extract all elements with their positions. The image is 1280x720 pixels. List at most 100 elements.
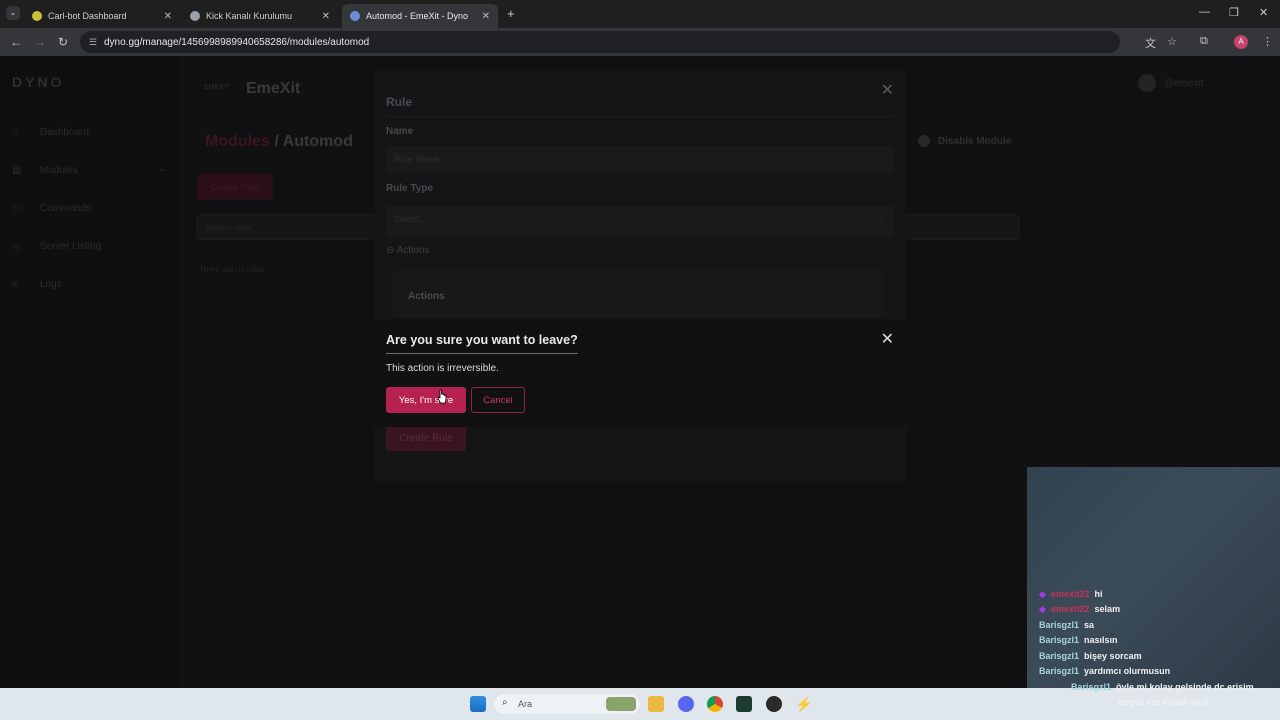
breadcrumb: Modules / Automod [205, 133, 353, 151]
chat-message: Barisgzl1 öyle mi kolay gelsinde dc eriş… [1071, 682, 1254, 692]
tab-label: Kick Kanalı Kurulumu [206, 11, 293, 21]
empty-rules-text: There are no rules. [199, 265, 267, 274]
file-explorer-icon[interactable] [648, 696, 664, 712]
sidebar-item-modules[interactable]: Modules [40, 165, 78, 176]
close-icon[interactable]: ✕ [881, 329, 894, 349]
terminal-app-icon[interactable] [736, 696, 752, 712]
create-rule-top-button[interactable]: Create Rule [197, 174, 273, 200]
bookmark-star-icon[interactable]: ☆ [1167, 35, 1177, 48]
close-icon[interactable]: ✕ [881, 80, 894, 100]
server-name: EmeXit [246, 80, 301, 97]
forward-icon[interactable]: → [34, 35, 46, 49]
tab-label: Automod - EmeXit - Dyno [366, 11, 469, 21]
search-highlight-icon [606, 697, 636, 711]
chevron-down-icon: ⌄ [877, 215, 884, 224]
stream-overlay: ◆ emexit22 hi ◆ emexit22 selam Barisgzl1 s… [1027, 467, 1280, 688]
kick-badge-icon: ◆ [1039, 589, 1046, 599]
menu-kebab-icon[interactable]: ⋮ [1262, 35, 1273, 48]
user-menu[interactable]: @emexit [1138, 74, 1204, 92]
chat-username: Barisgzl1 [1039, 620, 1080, 630]
create-rule-button[interactable]: Create Rule [386, 425, 466, 451]
leave-confirm-dialog: Are you sure you want to leave? ✕ This a… [373, 319, 906, 427]
rule-type-label: Rule Type [386, 183, 434, 194]
sidebar-item-server-listing[interactable]: Server Listing [40, 241, 101, 252]
cancel-button[interactable]: Cancel [471, 387, 525, 413]
rule-modal-title: Rule [386, 95, 413, 109]
close-icon[interactable]: ✕ [482, 11, 490, 22]
close-icon[interactable]: ✕ [322, 11, 330, 22]
bolt-app-icon[interactable]: ⚡ [795, 696, 812, 712]
taskbar-search-placeholder: Ara [518, 699, 533, 709]
chat-message: Barisgzl1 nasılsın [1039, 635, 1118, 645]
chat-username: emexit22 [1051, 589, 1090, 599]
tab-automod[interactable]: Automod - EmeXit - Dyno ✕ [342, 4, 498, 28]
server-badge: EMEXIT [204, 84, 231, 91]
taskbar-search-input[interactable]: ⌕ Ara [494, 694, 640, 714]
chat-username: Barisgzl1 [1039, 651, 1080, 661]
username: @emexit [1164, 77, 1204, 89]
chat-message: ◆ emexit22 hi [1039, 589, 1103, 599]
browser-tab-bar: ⌄ Carl-bot Dashboard ✕ Kick Kanalı Kurul… [0, 0, 1280, 28]
dyno-logo: DYNO [12, 74, 65, 90]
tab-kick[interactable]: Kick Kanalı Kurulumu ✕ [182, 4, 338, 28]
sidebar-item-commands[interactable]: Commands [40, 203, 91, 214]
disable-module-toggle[interactable]: Disable Module [918, 135, 1011, 147]
name-label: Name [386, 126, 414, 137]
home-icon: ⌂ [12, 127, 19, 138]
windows-start-icon[interactable] [470, 696, 486, 712]
chat-text: yardımcı olurmusun [1084, 666, 1171, 676]
windows-taskbar: ⌕ Ara ⚡ [0, 688, 1280, 720]
breadcrumb-parent[interactable]: Modules [205, 133, 270, 150]
back-icon[interactable]: ← [10, 35, 22, 49]
disable-module-label: Disable Module [938, 135, 1012, 147]
confirm-leave-button[interactable]: Yes, I'm sure [386, 387, 466, 413]
new-tab-button[interactable]: + [507, 6, 515, 21]
sidebar-item-dashboard[interactable]: Dashboard [40, 127, 89, 138]
dyno-favicon-icon [350, 11, 360, 21]
window-close-icon[interactable]: ✕ [1259, 6, 1268, 19]
chevron-down-icon[interactable]: ⌄ [158, 163, 166, 174]
chat-message-continuation: engeli var kapalı yani [1118, 697, 1209, 707]
globe-icon: ◎ [12, 241, 21, 252]
chat-text: sa [1084, 620, 1095, 630]
league-client-icon[interactable] [766, 696, 782, 712]
chat-username: emexit22 [1051, 604, 1090, 614]
actions-toggle-label: Actions [396, 245, 430, 256]
profile-avatar[interactable]: A [1234, 35, 1248, 49]
chat-username: Barisgzl1 [1071, 682, 1112, 692]
actions-panel-title: Actions [408, 291, 445, 302]
chat-text: selam [1094, 604, 1121, 614]
chrome-icon[interactable] [707, 696, 723, 712]
actions-panel: Actions [392, 270, 882, 318]
discord-icon[interactable] [678, 696, 694, 712]
chat-text: bişey sorcam [1084, 651, 1142, 661]
reload-icon[interactable]: ↻ [58, 35, 68, 49]
address-bar: ← → ↻ ☰ dyno.gg/manage/14569989899406582… [0, 28, 1280, 56]
extensions-icon[interactable]: ⧉ [1200, 35, 1208, 48]
site-info-icon[interactable]: ☰ [89, 37, 97, 48]
dialog-message: This action is irreversible. [386, 363, 499, 374]
sidebar: DYNO ⌂ Dashboard ▦ Modules ⌄ ▭ Commands … [0, 56, 180, 688]
hand-cursor-icon [437, 389, 447, 404]
chat-message: ◆ emexit22 selam [1039, 604, 1120, 614]
chat-text: nasılsın [1084, 635, 1118, 645]
tab-carlbot[interactable]: Carl-bot Dashboard ✕ [24, 4, 180, 28]
globe-favicon-icon [190, 11, 200, 21]
chat-username: Barisgzl1 [1039, 635, 1080, 645]
toggle-switch[interactable] [918, 135, 930, 147]
terminal-icon: ▭ [12, 203, 22, 214]
url-input[interactable]: ☰ dyno.gg/manage/1456998989940658286/mod… [80, 31, 1120, 53]
chat-message: Barisgzl1 yardımcı olurmusun [1039, 666, 1170, 676]
translate-icon[interactable]: 文 [1145, 35, 1156, 51]
minimize-icon[interactable]: — [1199, 6, 1210, 18]
rule-type-select[interactable]: Select... ⌄ [386, 206, 894, 236]
actions-collapse-toggle[interactable]: ⊖ Actions [386, 245, 429, 256]
kick-badge-icon: ◆ [1039, 604, 1046, 614]
close-icon[interactable]: ✕ [164, 11, 172, 22]
avatar [1138, 74, 1156, 92]
sidebar-item-logs[interactable]: Logs [40, 279, 62, 290]
tab-search-icon[interactable]: ⌄ [6, 6, 20, 20]
list-icon: ≡ [12, 279, 18, 290]
maximize-icon[interactable]: ❐ [1229, 6, 1239, 19]
rule-name-input[interactable]: Rule Name [386, 146, 894, 172]
